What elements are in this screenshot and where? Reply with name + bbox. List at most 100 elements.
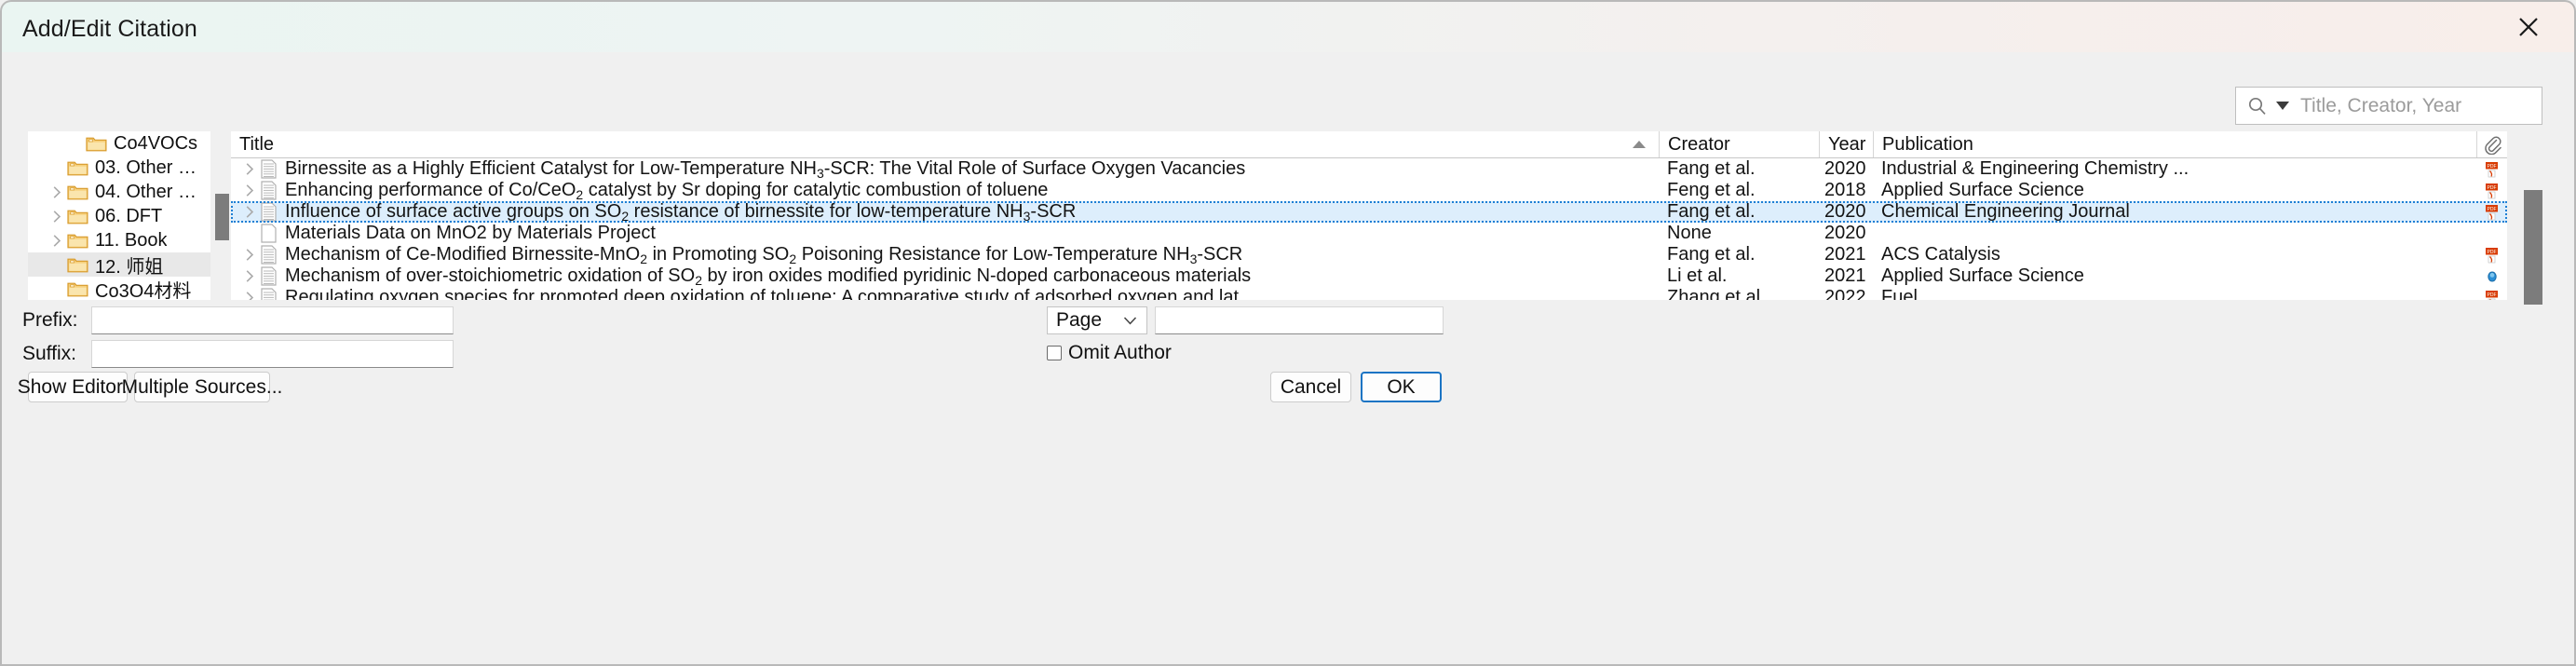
- table-row[interactable]: Enhancing performance of Co/CeO2 catalys…: [231, 180, 2507, 201]
- table-row[interactable]: Materials Data on MnO2 by Materials Proj…: [231, 223, 2507, 244]
- cell-creator: Fang et al.: [1667, 158, 1756, 179]
- row-twisty[interactable]: [239, 183, 260, 197]
- row-twisty[interactable]: [239, 248, 260, 262]
- document-icon: [261, 224, 277, 243]
- column-header-year[interactable]: Year: [1819, 131, 1873, 157]
- chevron-right-icon[interactable]: [245, 162, 255, 176]
- prefix-input[interactable]: [91, 306, 454, 334]
- pdf-attachment-icon[interactable]: PDF: [2485, 183, 2499, 199]
- chevron-right-icon[interactable]: [245, 248, 255, 262]
- folder-icon: [67, 282, 88, 296]
- items-table[interactable]: Title Creator Year Publication Birnessit…: [231, 131, 2507, 300]
- item-title: Mechanism of over-stoichiometric oxidati…: [285, 265, 1252, 287]
- row-twisty[interactable]: [239, 269, 260, 283]
- row-twisty[interactable]: [239, 291, 260, 300]
- table-row[interactable]: Influence of surface active groups on SO…: [231, 201, 2507, 223]
- omit-author-row[interactable]: Omit Author: [1047, 342, 1172, 364]
- svg-text:PDF: PDF: [2488, 164, 2497, 170]
- cell-attachment[interactable]: PDF: [2476, 287, 2507, 300]
- cell-year: 2021: [1824, 244, 1866, 265]
- prefix-field-row: Prefix:: [22, 306, 454, 334]
- collection-tree-item[interactable]: Co3O4材料: [28, 277, 210, 300]
- collection-tree-item[interactable]: 06. DFT: [28, 204, 210, 228]
- column-header-title[interactable]: Title: [231, 131, 1659, 157]
- chevron-right-icon[interactable]: [52, 210, 62, 224]
- column-header-publication[interactable]: Publication: [1873, 131, 2476, 157]
- cell-creator: Feng et al.: [1667, 180, 1756, 200]
- multiple-sources-button[interactable]: Multiple Sources...: [122, 372, 282, 402]
- svg-text:PDF: PDF: [2488, 207, 2497, 212]
- items-scrollbar-thumb[interactable]: [2524, 190, 2542, 305]
- close-button[interactable]: [2488, 2, 2569, 52]
- cell-attachment[interactable]: [2476, 265, 2507, 287]
- table-row[interactable]: Mechanism of Ce-Modified Birnessite-MnO2…: [231, 244, 2507, 265]
- tree-twisty[interactable]: [47, 185, 67, 199]
- cell-attachment[interactable]: PDF: [2476, 201, 2507, 223]
- cell-attachment[interactable]: PDF: [2476, 244, 2507, 265]
- column-header-creator[interactable]: Creator: [1659, 131, 1819, 157]
- chevron-down-icon[interactable]: [2276, 102, 2289, 110]
- chevron-right-icon[interactable]: [245, 269, 255, 283]
- suffix-input[interactable]: [91, 340, 454, 368]
- pdf-attachment-icon[interactable]: PDF: [2485, 204, 2499, 221]
- pdf-attachment-icon[interactable]: PDF: [2485, 247, 2499, 264]
- table-body: Birnessite as a Highly Efficient Catalys…: [231, 158, 2507, 300]
- locator-type-select[interactable]: Page: [1047, 306, 1147, 334]
- cell-publication: [1873, 223, 2476, 244]
- collection-label: 03. Other Mat. 4 N...: [95, 156, 210, 178]
- close-icon: [2519, 18, 2538, 36]
- search-box[interactable]: Title, Creator, Year: [2235, 87, 2542, 125]
- link-attachment-icon[interactable]: [2486, 270, 2499, 283]
- column-header-attachment[interactable]: [2476, 131, 2507, 157]
- document-icon: [261, 159, 277, 179]
- pdf-attachment-icon[interactable]: PDF: [2485, 161, 2499, 178]
- collections-scrollbar-thumb[interactable]: [215, 194, 229, 240]
- cell-attachment[interactable]: PDF: [2476, 180, 2507, 201]
- collection-tree-item[interactable]: 11. Book: [28, 228, 210, 252]
- suffix-field-row: Suffix:: [22, 340, 454, 368]
- tree-twisty[interactable]: [47, 210, 67, 224]
- locator-type-label: Page: [1056, 309, 1103, 331]
- locator-value-input[interactable]: [1155, 306, 1444, 334]
- chevron-right-icon[interactable]: [52, 185, 62, 199]
- collection-tree-item[interactable]: 03. Other Mat. 4 N...: [28, 156, 210, 180]
- collection-label: 06. DFT: [95, 205, 163, 226]
- prefix-label: Prefix:: [22, 309, 78, 331]
- cell-attachment[interactable]: PDF: [2476, 158, 2507, 180]
- item-title: Mechanism of Ce-Modified Birnessite-MnO2…: [285, 244, 1243, 265]
- cell-title: Mechanism of over-stoichiometric oxidati…: [231, 265, 1659, 287]
- tree-twisty[interactable]: [47, 234, 67, 248]
- collection-tree-item[interactable]: 04. Other Mat. 4 O...: [28, 180, 210, 204]
- cell-publication: Applied Surface Science: [1881, 180, 2084, 200]
- omit-author-checkbox[interactable]: [1047, 346, 1062, 360]
- cell-year: 2020: [1824, 158, 1866, 179]
- table-row[interactable]: Mechanism of over-stoichiometric oxidati…: [231, 265, 2507, 287]
- cell-creator: Fang et al.: [1667, 244, 1756, 265]
- table-row[interactable]: Birnessite as a Highly Efficient Catalys…: [231, 158, 2507, 180]
- cell-publication: Fuel: [1881, 287, 1918, 300]
- cell-year: 2020: [1824, 223, 1866, 243]
- cancel-button[interactable]: Cancel: [1270, 372, 1351, 402]
- pdf-attachment-icon[interactable]: PDF: [2485, 290, 2499, 301]
- row-twisty[interactable]: [239, 205, 260, 219]
- chevron-right-icon[interactable]: [245, 205, 255, 219]
- collection-label: Co4VOCs: [114, 132, 198, 154]
- cell-creator: Li et al.: [1667, 265, 1728, 286]
- row-twisty[interactable]: [239, 162, 260, 176]
- item-title: Enhancing performance of Co/CeO2 catalys…: [285, 180, 1049, 201]
- search-input[interactable]: Title, Creator, Year: [2300, 95, 2461, 117]
- ok-button[interactable]: OK: [1361, 372, 1442, 402]
- chevron-right-icon[interactable]: [245, 183, 255, 197]
- collection-tree-item[interactable]: Co4VOCs: [28, 131, 210, 156]
- cell-publication: ACS Catalysis: [1881, 244, 2000, 265]
- collection-tree-item[interactable]: 12. 师姐: [28, 252, 210, 278]
- show-editor-button[interactable]: Show Editor...: [18, 372, 138, 402]
- chevron-right-icon[interactable]: [52, 234, 62, 248]
- collection-label: 12. 师姐: [95, 256, 164, 278]
- cell-title: Regulating oxygen species for promoted d…: [231, 287, 1659, 300]
- cell-attachment[interactable]: [2476, 223, 2507, 244]
- cell-year: 2022: [1824, 287, 1866, 300]
- chevron-right-icon[interactable]: [245, 291, 255, 300]
- table-row[interactable]: Regulating oxygen species for promoted d…: [231, 287, 2507, 300]
- collections-tree[interactable]: Co4VOCs03. Other Mat. 4 N... 04. Other Ma…: [28, 131, 210, 300]
